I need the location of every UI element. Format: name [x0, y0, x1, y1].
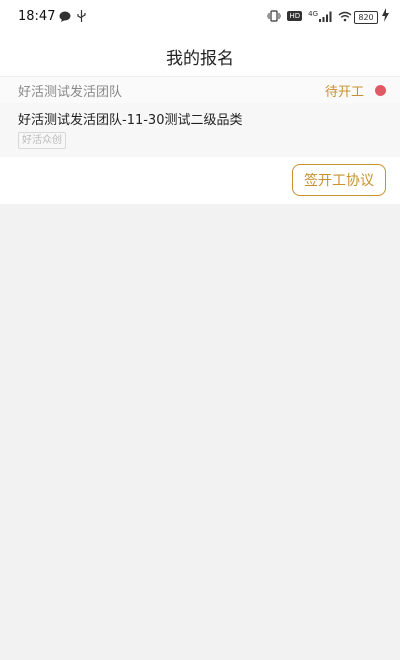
signal-icon: [319, 11, 332, 22]
network-label: 4G: [308, 9, 332, 22]
team-name: 好活测试发活团队: [18, 85, 123, 100]
vibrate-icon: [267, 10, 282, 22]
signup-card[interactable]: 好活测试发活团队 待开工 好活测试发活团队-11-30测试二级品类 好活众创 签…: [0, 76, 400, 204]
status-text: 待开工: [324, 85, 364, 100]
category-tag: 好活众创: [18, 132, 66, 149]
wifi-icon: [338, 11, 352, 21]
status-dot-icon: [375, 85, 386, 96]
usb-icon: [77, 10, 86, 22]
nav-bar: 我的报名: [0, 34, 400, 76]
card-header: 好活测试发活团队 待开工: [0, 76, 400, 104]
message-icon: [59, 11, 71, 22]
status-time: 18:47: [18, 9, 56, 24]
hd-badge: HD: [287, 11, 303, 21]
page-title: 我的报名: [166, 49, 234, 69]
charging-icon: [382, 8, 389, 22]
status-bar: 18:47 HD 4G 820: [0, 0, 400, 34]
job-title: 好活测试发活团队-11-30测试二级品类: [18, 113, 243, 128]
network-type: 4G: [308, 9, 318, 18]
job-item[interactable]: 好活测试发活团队-11-30测试二级品类 好活众创: [0, 103, 400, 157]
battery-indicator: 820: [354, 11, 378, 24]
sign-agreement-button[interactable]: 签开工协议: [292, 164, 386, 196]
